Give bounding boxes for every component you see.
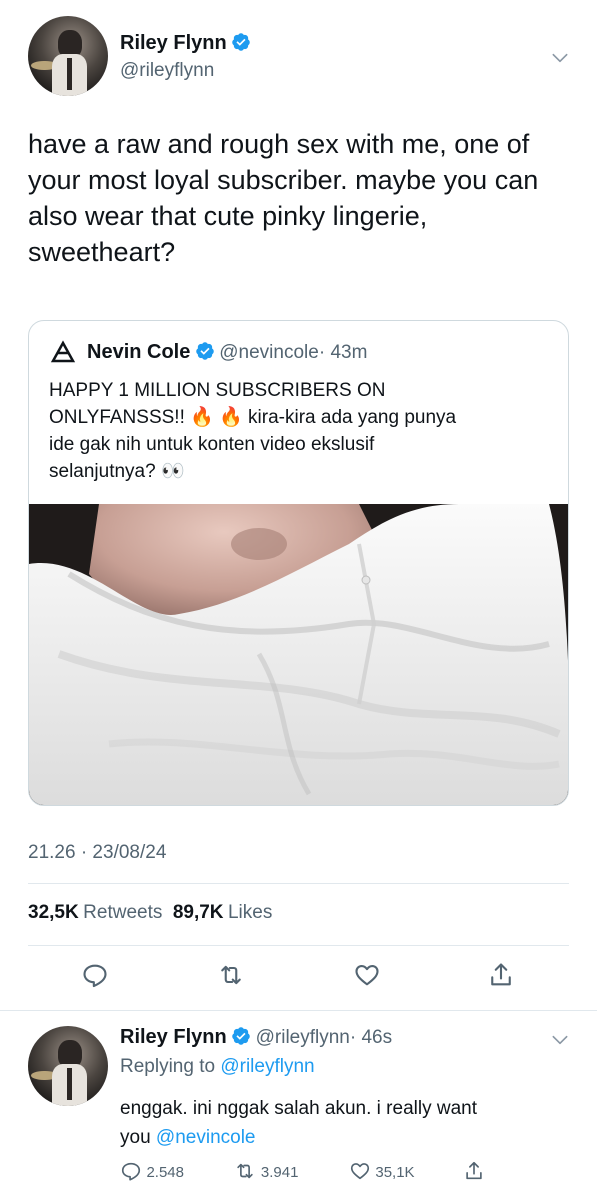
quoted-author-row[interactable]: Nevin Cole @nevincole· 43m bbox=[87, 341, 367, 364]
tweet-timestamp[interactable]: 21.26 · 23/08/24 bbox=[28, 842, 166, 864]
divider bbox=[28, 883, 569, 884]
share-button[interactable] bbox=[487, 961, 515, 994]
reply-author-avatar[interactable] bbox=[28, 1026, 108, 1106]
verified-badge-icon bbox=[196, 342, 214, 360]
reply-retweet-count: 3.941 bbox=[260, 1164, 299, 1181]
reply-like-count: 35,1K bbox=[375, 1164, 415, 1181]
chevron-down-icon[interactable] bbox=[550, 48, 570, 68]
share-icon bbox=[491, 963, 511, 986]
main-author-name[interactable]: Riley Flynn bbox=[120, 32, 227, 54]
reply-button[interactable] bbox=[81, 961, 109, 994]
reply-author-handle[interactable]: @rileyflynn bbox=[256, 1027, 350, 1048]
reply-like-button[interactable]: 35,1K bbox=[349, 1160, 459, 1182]
likes-count[interactable]: 89,7K bbox=[173, 902, 224, 923]
quoted-tweet-time: · 43m bbox=[318, 342, 368, 363]
reply-retweet-button[interactable]: 3.941 bbox=[234, 1160, 344, 1182]
quoted-tweet-text: HAPPY 1 MILLION SUBSCRIBERS ON ONLYFANSS… bbox=[49, 377, 559, 485]
reply-author-row[interactable]: Riley Flynn @rileyflynn· 46s bbox=[120, 1026, 392, 1049]
retweets-count[interactable]: 32,5K bbox=[28, 902, 79, 923]
retweet-button[interactable] bbox=[217, 961, 245, 994]
quoted-author-name[interactable]: Nevin Cole bbox=[87, 341, 190, 363]
main-author-handle[interactable]: @rileyflynn bbox=[120, 60, 214, 82]
replying-to-prefix: Replying to bbox=[120, 1056, 221, 1077]
divider bbox=[28, 945, 569, 946]
quoted-tweet-card[interactable]: Nevin Cole @nevincole· 43m HAPPY 1 MILLI… bbox=[28, 320, 569, 806]
shirt-photo-illustration bbox=[29, 504, 568, 805]
main-author-avatar[interactable] bbox=[28, 16, 108, 96]
reply-actions: 2.548 3.941 35,1K bbox=[120, 1160, 493, 1182]
verified-badge-icon bbox=[232, 1027, 250, 1045]
reply-reply-button[interactable]: 2.548 bbox=[120, 1160, 230, 1182]
divider bbox=[0, 1010, 597, 1011]
quoted-text-line-3: ide gak nih untuk konten video ekslusif bbox=[49, 434, 375, 455]
likes-label[interactable]: Likes bbox=[228, 902, 272, 923]
reply-share-button[interactable] bbox=[463, 1160, 493, 1182]
heart-icon bbox=[355, 964, 379, 986]
reply-icon bbox=[121, 1162, 141, 1181]
share-icon bbox=[466, 1161, 483, 1180]
reply-tweet-text: enggak. ini nggak salah akun. i really w… bbox=[120, 1094, 580, 1152]
main-tweet-text: have a raw and rough sex with me, one of… bbox=[28, 129, 539, 267]
like-button[interactable] bbox=[353, 961, 381, 994]
reply-count: 2.548 bbox=[146, 1164, 184, 1181]
reply-icon bbox=[83, 964, 107, 988]
quoted-author-handle[interactable]: @nevincole bbox=[219, 342, 319, 363]
retweet-icon bbox=[237, 1163, 254, 1179]
eyes-emoji-icon: 👀 bbox=[160, 461, 185, 482]
replying-to-line: Replying to @rileyflynn bbox=[120, 1056, 315, 1078]
verified-badge-icon bbox=[232, 33, 250, 51]
reply-text-line-1: enggak. ini nggak salah akun. i really w… bbox=[120, 1098, 478, 1119]
quoted-tweet-image[interactable] bbox=[29, 504, 568, 805]
retweet-icon bbox=[221, 965, 241, 985]
quoted-text-line-4: selanjutnya? 👀 bbox=[49, 461, 185, 482]
reply-author-name[interactable]: Riley Flynn bbox=[120, 1026, 227, 1048]
fire-emoji-icon: 🔥 bbox=[219, 407, 243, 428]
quoted-text-line-1: HAPPY 1 MILLION SUBSCRIBERS ON bbox=[49, 380, 386, 401]
replying-to-link[interactable]: @rileyflynn bbox=[220, 1056, 314, 1077]
reply-time: · 46s bbox=[349, 1027, 393, 1048]
tweet-stats: 32,5K Retweets 89,7K Likes bbox=[28, 902, 272, 924]
mention-link[interactable]: @nevincole bbox=[156, 1127, 256, 1148]
nevin-cole-avatar-icon[interactable] bbox=[49, 339, 77, 367]
chevron-down-icon[interactable] bbox=[550, 1030, 570, 1050]
retweets-label[interactable]: Retweets bbox=[83, 902, 162, 923]
heart-icon bbox=[350, 1163, 369, 1180]
reply-text-line-2: you @nevincole bbox=[120, 1127, 256, 1148]
main-author-name-row[interactable]: Riley Flynn bbox=[120, 32, 251, 55]
quoted-text-line-2: ONLYFANSSS!! 🔥 🔥 kira-kira ada yang puny… bbox=[49, 407, 457, 428]
fire-emoji-icon: 🔥 bbox=[190, 407, 214, 428]
